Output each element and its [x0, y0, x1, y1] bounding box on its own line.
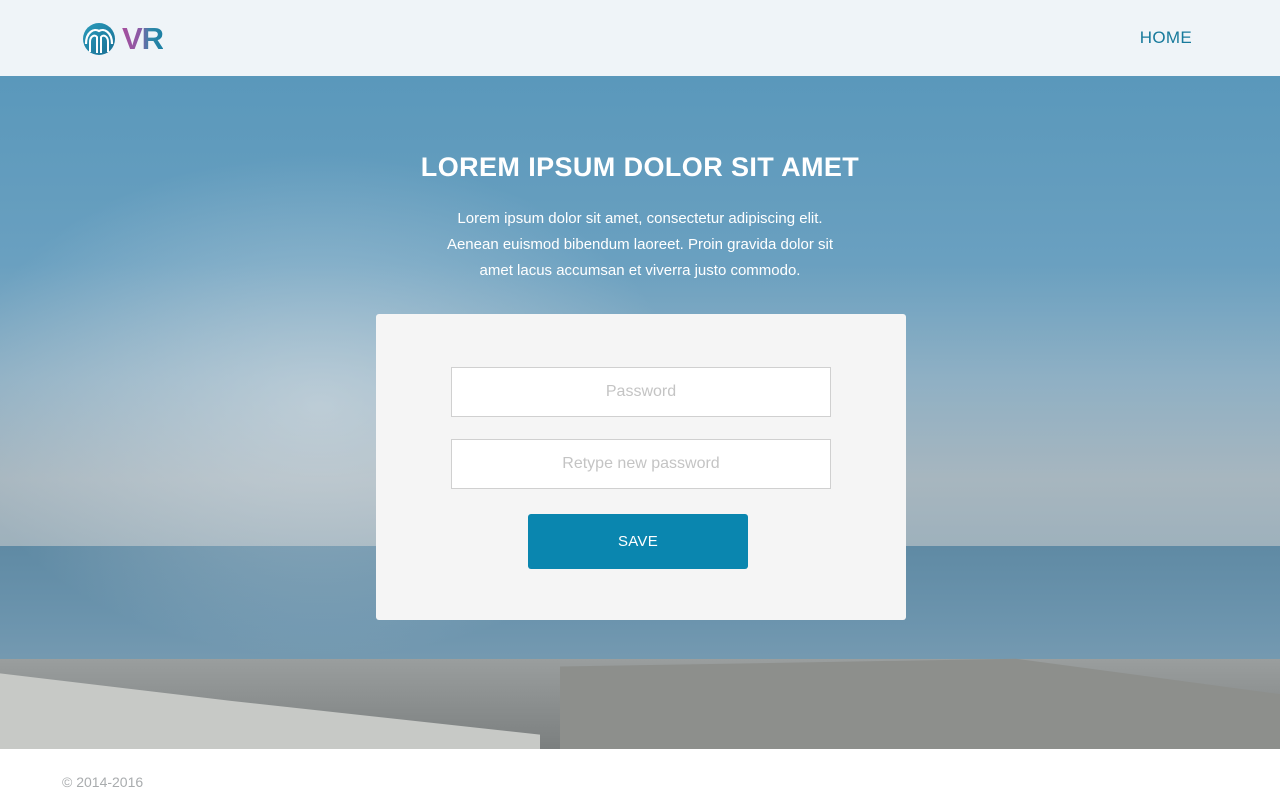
page-footer: © 2014-2016 — [0, 749, 1280, 812]
fountain-logo-icon — [83, 23, 115, 55]
hero-section: LOREM IPSUM DOLOR SIT AMET Lorem ipsum d… — [0, 76, 1280, 749]
hero-description: Lorem ipsum dolor sit amet, consectetur … — [446, 210, 834, 279]
brand-logo[interactable]: VR — [82, 20, 172, 58]
password-form-card: SAVE — [376, 314, 906, 620]
save-button[interactable]: SAVE — [528, 514, 748, 569]
top-header: VR HOME — [0, 0, 1280, 76]
retype-password-input[interactable] — [451, 439, 831, 489]
password-input[interactable] — [451, 367, 831, 417]
copyright-text: © 2014-2016 — [62, 774, 144, 790]
logo-text: VR — [122, 21, 164, 56]
nav-home-link[interactable]: HOME — [1140, 28, 1192, 48]
hero-title: LOREM IPSUM DOLOR SIT AMET — [420, 152, 860, 182]
